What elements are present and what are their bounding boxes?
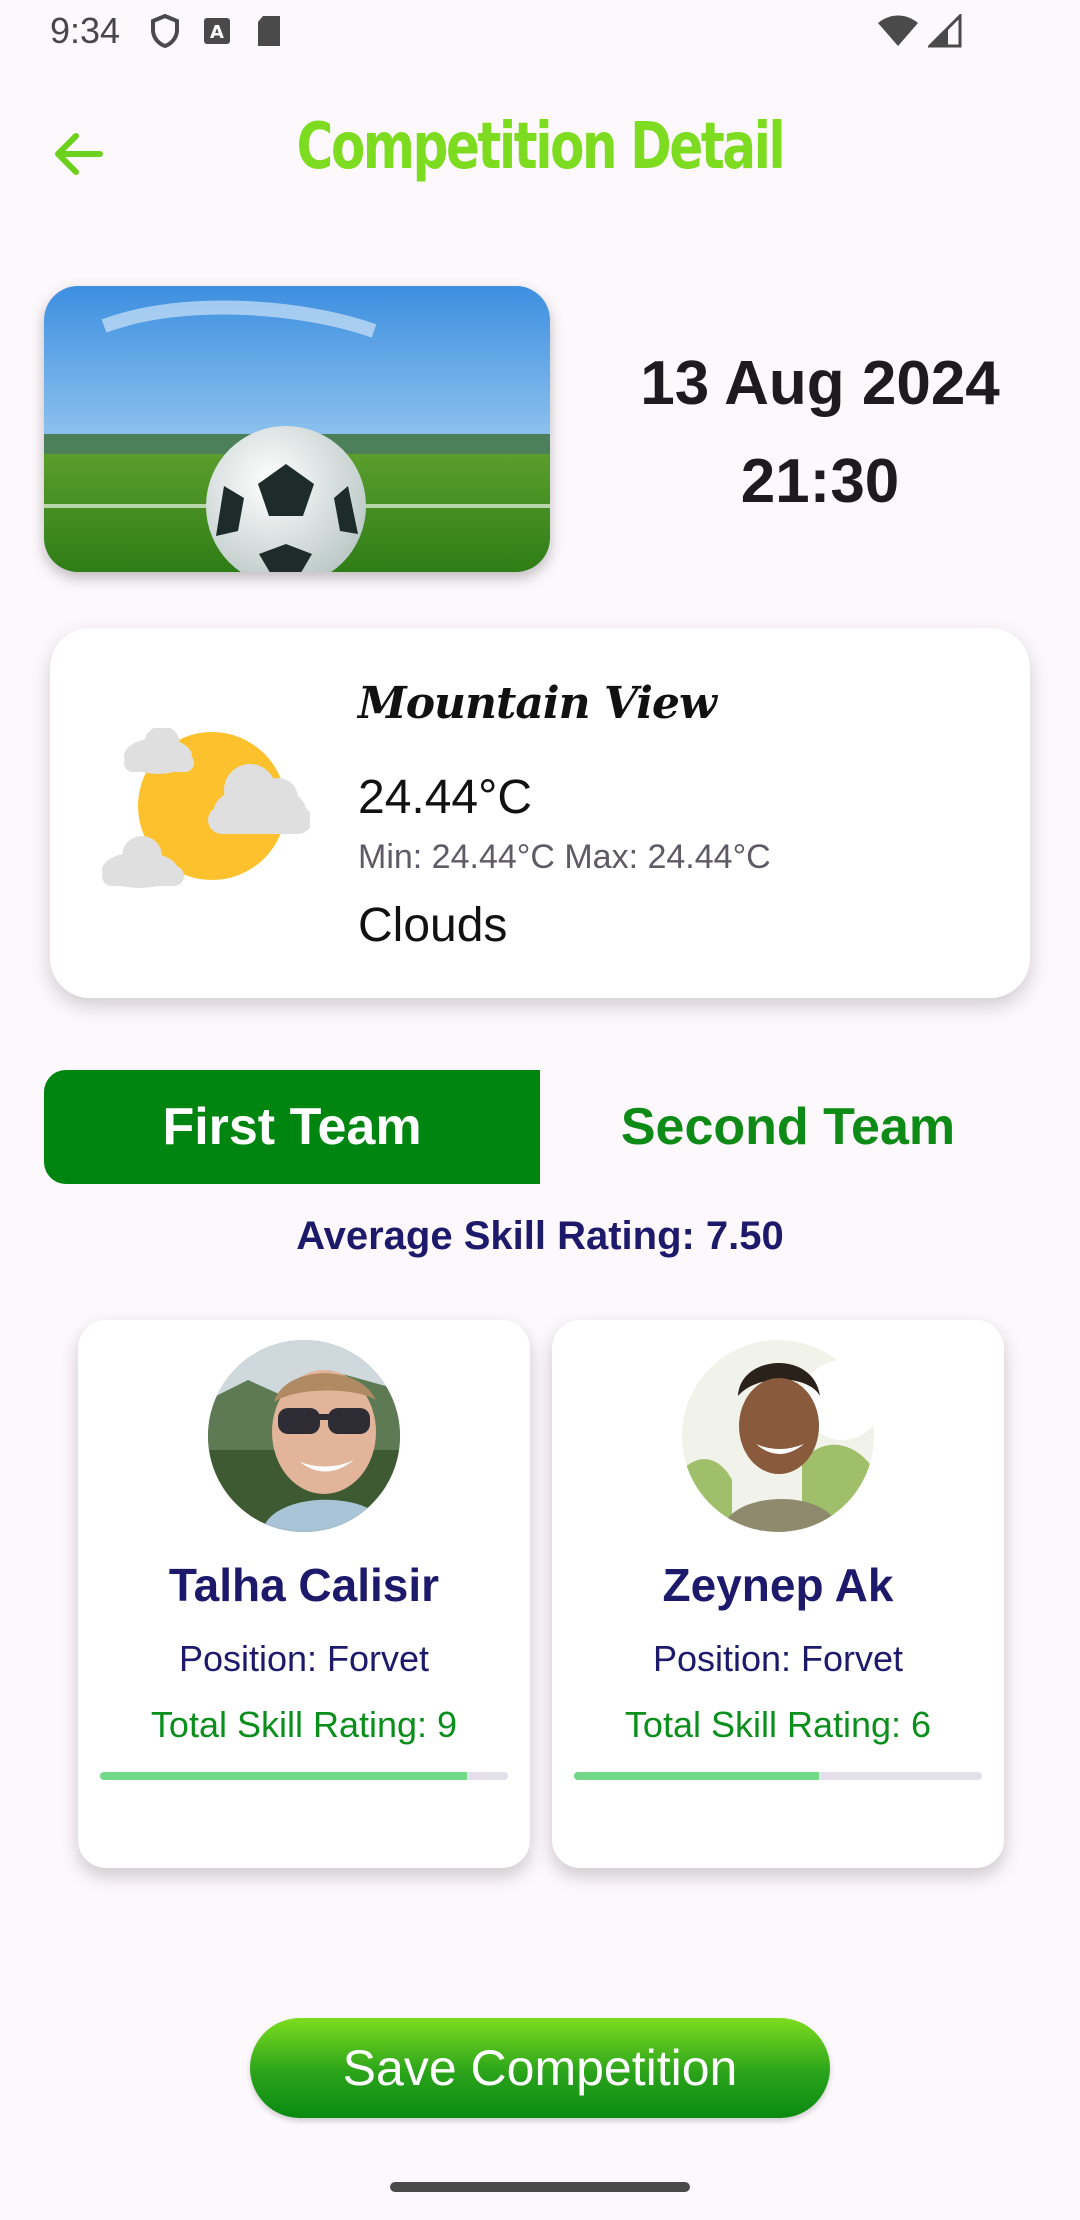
player-position: Position: Forvet bbox=[178, 1638, 430, 1679]
player-card[interactable]: Zeynep Ak Position: Forvet Total Skill R… bbox=[552, 1320, 1004, 1868]
status-time: 9:34 bbox=[50, 10, 121, 51]
back-button[interactable] bbox=[40, 118, 116, 194]
home-indicator[interactable] bbox=[390, 2182, 690, 2192]
player-position: Position: Forvet bbox=[652, 1638, 904, 1679]
status-icons-left: A bbox=[150, 12, 284, 54]
arrow-back-icon bbox=[48, 124, 108, 189]
competition-datetime: 13 Aug 2024 21:30 bbox=[600, 335, 1040, 531]
player-skill-rating: Total Skill Rating: 9 bbox=[150, 1704, 458, 1745]
cell-signal-icon bbox=[926, 11, 962, 53]
competition-time: 21:30 bbox=[740, 447, 900, 516]
weather-city: Mountain View bbox=[358, 678, 717, 729]
player-name: Zeynep Ak bbox=[662, 1559, 894, 1611]
skill-progress-fill bbox=[100, 1772, 468, 1780]
player-avatar bbox=[208, 1340, 400, 1532]
tab-first-team[interactable]: First Team bbox=[44, 1070, 540, 1184]
page-title: Competition Detail bbox=[296, 110, 786, 184]
weather-condition: Clouds bbox=[358, 899, 508, 952]
skill-progress-bar bbox=[574, 1772, 982, 1780]
player-name: Talha Calisir bbox=[168, 1559, 440, 1611]
sd-card-icon bbox=[254, 14, 284, 53]
competition-image bbox=[44, 286, 550, 572]
sun-behind-clouds-icon bbox=[100, 726, 312, 898]
skill-progress-bar bbox=[100, 1772, 508, 1780]
wifi-icon bbox=[876, 14, 920, 53]
shield-icon bbox=[150, 13, 180, 53]
average-skill-rating: Average Skill Rating: 7.50 bbox=[296, 1214, 784, 1258]
weather-temperature: 24.44°C bbox=[358, 771, 532, 824]
weather-min-max: Min: 24.44°C Max: 24.44°C bbox=[358, 838, 771, 876]
font-icon: A bbox=[202, 16, 232, 51]
player-skill-rating: Total Skill Rating: 6 bbox=[624, 1704, 932, 1745]
status-icons-right bbox=[876, 11, 962, 54]
save-competition-button[interactable]: Save Competition bbox=[250, 2018, 830, 2118]
skill-progress-fill bbox=[574, 1772, 819, 1780]
svg-text:A: A bbox=[210, 22, 224, 43]
player-card[interactable]: Talha Calisir Position: Forvet Total Ski… bbox=[78, 1320, 530, 1868]
player-avatar bbox=[682, 1340, 874, 1532]
tab-second-team[interactable]: Second Team bbox=[540, 1070, 1036, 1184]
competition-date: 13 Aug 2024 bbox=[640, 349, 1000, 418]
